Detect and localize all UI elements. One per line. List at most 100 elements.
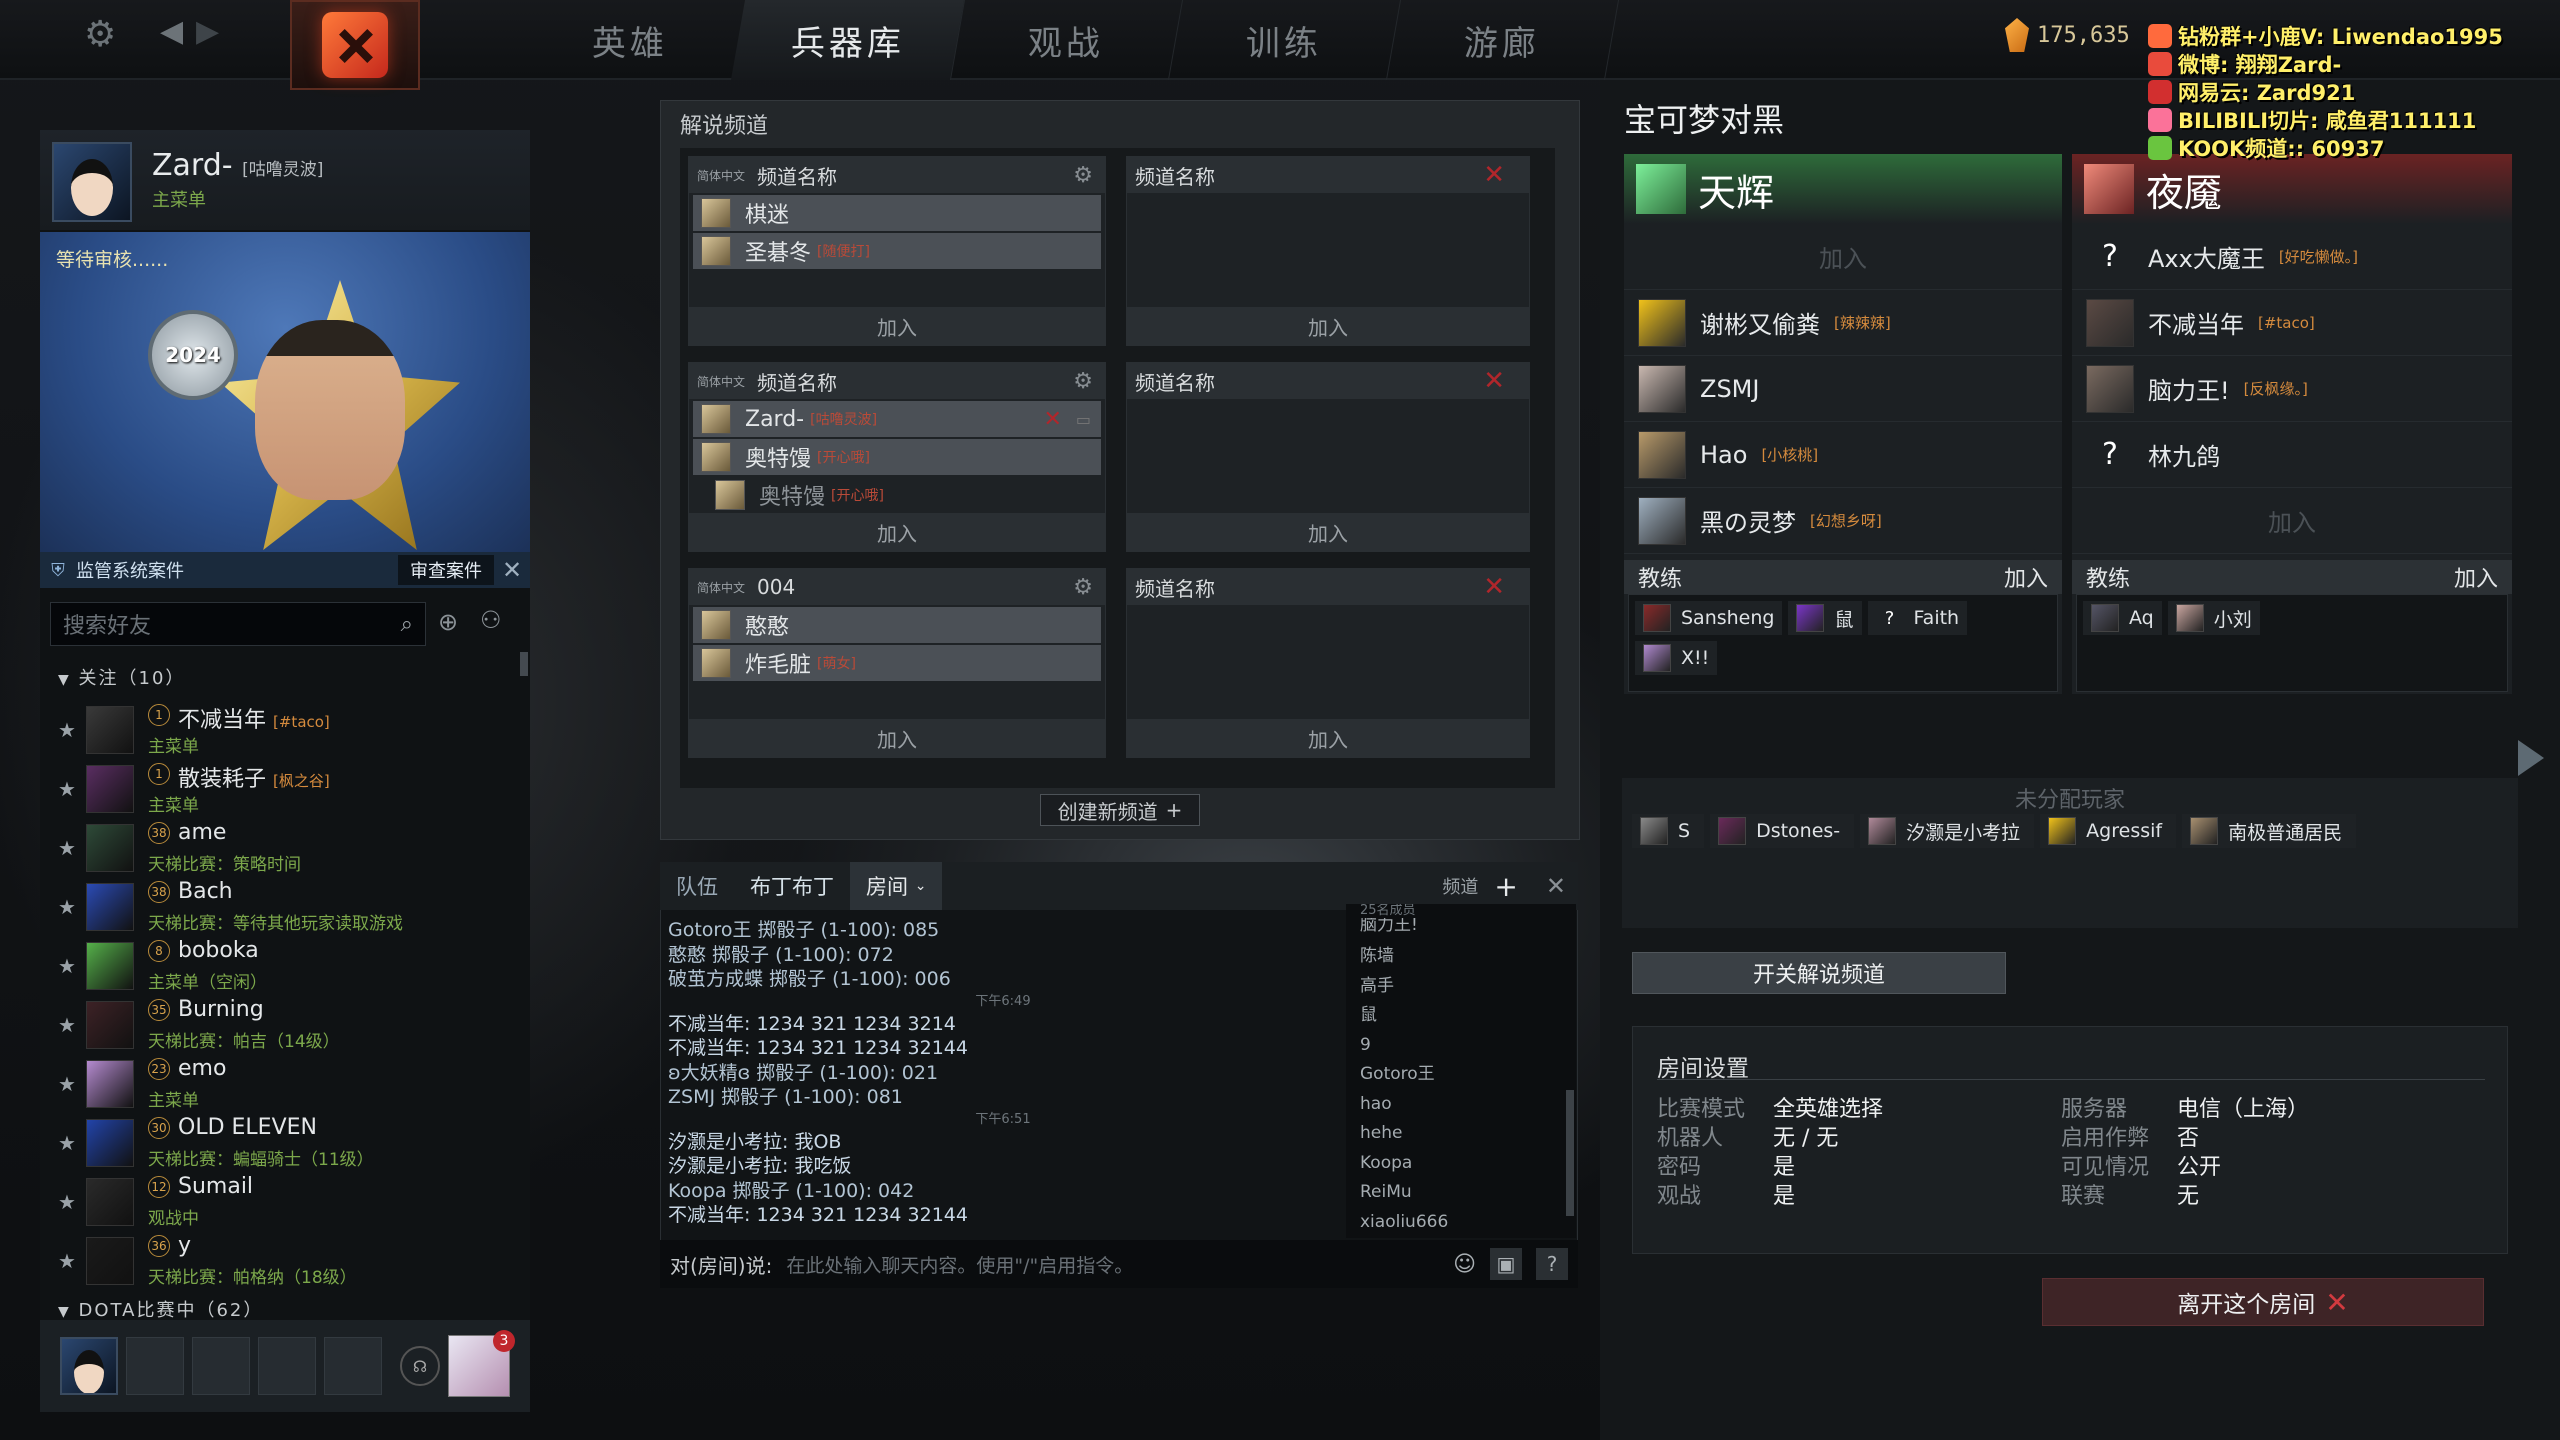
coach-chip[interactable]: ? Faith	[1867, 601, 1968, 635]
favorite-star-icon[interactable]: ★	[58, 1190, 76, 1214]
coach-chip[interactable]: Sansheng	[1635, 601, 1783, 635]
unassigned-player[interactable]: 汐灏是小考拉	[1860, 814, 2035, 848]
party-slot-empty[interactable]	[192, 1337, 250, 1395]
help-icon[interactable]: ?	[1536, 1248, 1568, 1280]
dota-logo-button[interactable]	[290, 0, 420, 90]
remove-caster-icon[interactable]: ✕	[1043, 407, 1061, 432]
favorite-star-icon[interactable]: ★	[58, 1072, 76, 1096]
player-slot[interactable]: Hao [小核桃]	[1624, 422, 2062, 488]
coach-chip[interactable]: 小刘	[2167, 601, 2260, 635]
favorite-star-icon[interactable]: ★	[58, 1013, 76, 1037]
chat-member[interactable]: 9	[1360, 1031, 1576, 1061]
friend-group-header[interactable]: ▼ 关注（10）	[58, 664, 185, 690]
party-slot-self[interactable]	[60, 1337, 118, 1395]
player-slot[interactable]: 脑力王! [反枫缘。]	[2072, 356, 2512, 422]
friend-item[interactable]: ★ 35 Burning 天梯比赛：帕吉（14级）	[52, 997, 522, 1055]
unassigned-player[interactable]: Dstones-	[1710, 814, 1855, 848]
join-slot-button[interactable]: 加入	[1624, 224, 2062, 290]
join-channel-button[interactable]: 加入	[1127, 513, 1529, 551]
chat-member[interactable]: xiaoliu666	[1360, 1208, 1576, 1238]
tab-heroes[interactable]: 英雄	[512, 0, 748, 80]
friend-item[interactable]: ★ 1 散装耗子 [枫之谷] 主菜单	[52, 761, 522, 819]
chat-member[interactable]: ReiMu	[1360, 1178, 1576, 1208]
favorite-star-icon[interactable]: ★	[58, 1249, 76, 1273]
member-scrollbar[interactable]	[1566, 1090, 1574, 1216]
back-arrow-icon[interactable]: ◀	[160, 14, 183, 49]
channel-caster[interactable]: 圣碁冬 [随便打]	[693, 233, 1101, 269]
review-case-button[interactable]: 审查案件	[398, 555, 494, 585]
add-channel-icon[interactable]: +	[1494, 870, 1517, 903]
toggle-broadcast-button[interactable]: 开关解说频道	[1632, 952, 2006, 994]
chat-member[interactable]: 陈墙	[1360, 942, 1576, 972]
remove-channel-icon[interactable]: ✕	[1483, 160, 1505, 190]
player-slot[interactable]: ? Axx大魔王 [好吃懒做。]	[2072, 224, 2512, 290]
player-slot[interactable]: 谢彬又偷粪 [辣辣辣]	[1624, 290, 2062, 356]
channel-settings-gear-icon[interactable]: ⚙	[1073, 369, 1093, 394]
friend-item[interactable]: ★ 8 boboka 主菜单（空闲）	[52, 938, 522, 996]
join-coach-button[interactable]: 加入	[2004, 561, 2048, 593]
join-channel-button[interactable]: 加入	[1127, 307, 1529, 345]
settings-gear-icon[interactable]: ⚙	[84, 14, 116, 55]
favorite-star-icon[interactable]: ★	[58, 895, 76, 919]
chat-tab-room[interactable]: 房间 ⌄	[850, 862, 943, 910]
player-slot[interactable]: 黑の灵梦 [幻想乡呀]	[1624, 488, 2062, 554]
channel-settings-gear-icon[interactable]: ⚙	[1073, 163, 1093, 188]
coach-chip[interactable]: Aq	[2083, 601, 2162, 635]
channel-caster[interactable]: 憨憨	[693, 607, 1101, 643]
chat-member[interactable]: 高手	[1360, 972, 1576, 1002]
friend-item[interactable]: ★ 36 y 天梯比赛：帕格纳（18级）	[52, 1233, 522, 1291]
coach-chip[interactable]: X!!	[1635, 641, 1718, 675]
close-chat-icon[interactable]: ✕	[1546, 872, 1566, 900]
remove-channel-icon[interactable]: ✕	[1483, 366, 1505, 396]
channel-caster[interactable]: 棋迷	[693, 195, 1101, 231]
camera-icon[interactable]: ▭	[1076, 410, 1091, 429]
friend-search-input[interactable]: 搜索好友 ⌕	[50, 602, 426, 646]
expand-arrow-icon[interactable]	[2518, 740, 2544, 776]
tab-learn[interactable]: 训练	[1166, 0, 1402, 80]
favorite-star-icon[interactable]: ★	[58, 718, 76, 742]
voice-headset-icon[interactable]: ☊	[400, 1346, 440, 1386]
chat-tab-team[interactable]: 队伍	[660, 871, 734, 901]
tab-arcade[interactable]: 游廊	[1384, 0, 1620, 80]
favorite-star-icon[interactable]: ★	[58, 1131, 76, 1155]
tab-armory[interactable]: 兵器库	[730, 0, 966, 80]
friend-item[interactable]: ★ 38 ame 天梯比赛：策略时间	[52, 820, 522, 878]
channel-settings-gear-icon[interactable]: ⚙	[1073, 575, 1093, 600]
chat-member[interactable]: hao	[1360, 1090, 1576, 1120]
create-channel-button[interactable]: 创建新频道 +	[1040, 794, 1200, 826]
close-icon[interactable]: ✕	[494, 556, 530, 584]
chat-tab-party[interactable]: 布丁布丁	[734, 871, 850, 901]
friend-item[interactable]: ★ 38 Bach 天梯比赛：等待其他玩家读取游戏	[52, 879, 522, 937]
join-channel-button[interactable]: 加入	[689, 307, 1105, 345]
remove-channel-icon[interactable]: ✕	[1483, 572, 1505, 602]
unassigned-player[interactable]: 南极普通居民	[2182, 814, 2357, 848]
party-slot-empty[interactable]	[324, 1337, 382, 1395]
leave-room-button[interactable]: 离开这个房间 ✕	[2042, 1278, 2484, 1326]
player-slot[interactable]: 不减当年 [#taco]	[2072, 290, 2512, 356]
friend-group-header[interactable]: ▼ DOTA比赛中（62）	[58, 1296, 263, 1322]
channel-caster[interactable]: 奥特馒 [开心哦]	[693, 477, 1101, 513]
chat-member[interactable]: Koopa	[1360, 1149, 1576, 1179]
channel-caster[interactable]: Zard- [咕噜灵波] ✕ ▭	[693, 401, 1101, 437]
emoji-icon[interactable]: ☺	[1453, 1252, 1476, 1277]
chat-member[interactable]: 鼠	[1360, 1001, 1576, 1031]
friends-group-icon[interactable]: ⚇	[480, 606, 502, 634]
join-slot-button[interactable]: 加入	[2072, 488, 2512, 554]
shards-balance[interactable]: 175,635	[2005, 18, 2130, 52]
tab-watch[interactable]: 观战	[948, 0, 1184, 80]
chat-member[interactable]: hehe	[1360, 1119, 1576, 1149]
channel-caster[interactable]: 炸毛脏 [萌女]	[693, 645, 1101, 681]
friend-item[interactable]: ★ 12 Sumail 观战中	[52, 1174, 522, 1232]
favorite-star-icon[interactable]: ★	[58, 954, 76, 978]
party-slot-empty[interactable]	[258, 1337, 316, 1395]
friend-item[interactable]: ★ 23 emo 主菜单	[52, 1056, 522, 1114]
channel-caster[interactable]: 奥特馒 [开心哦]	[693, 439, 1101, 475]
profile-avatar[interactable]	[52, 142, 132, 222]
join-coach-button[interactable]: 加入	[2454, 561, 2498, 593]
unassigned-player[interactable]: S	[1632, 814, 1705, 848]
chat-input[interactable]: 对(房间)说: 在此处输入聊天内容。使用"/"启用指令。 ☺ ▣ ?	[660, 1240, 1578, 1288]
chat-member[interactable]: 脑力王!	[1360, 918, 1576, 932]
channels-label[interactable]: 频道	[1442, 873, 1478, 899]
favorite-star-icon[interactable]: ★	[58, 777, 76, 801]
join-channel-button[interactable]: 加入	[1127, 719, 1529, 757]
